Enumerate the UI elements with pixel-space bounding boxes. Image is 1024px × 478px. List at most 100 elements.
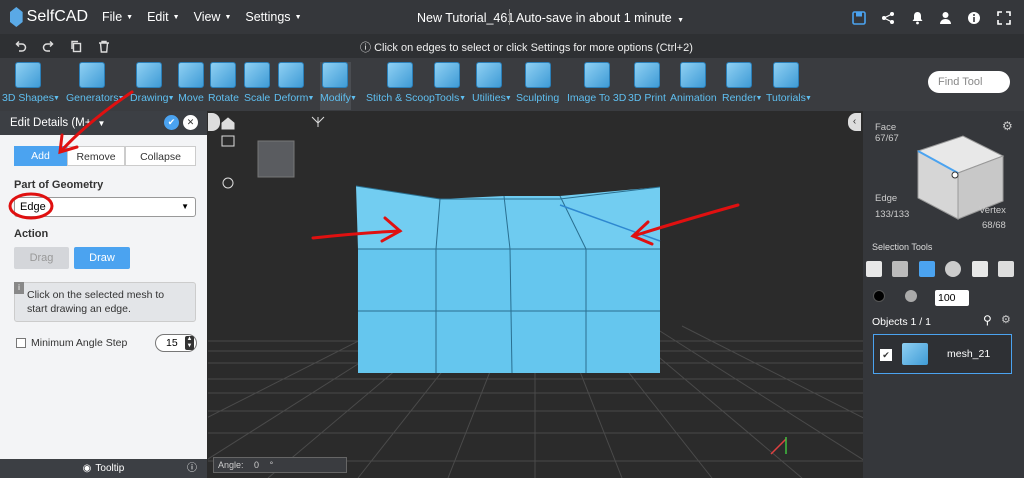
select-grid-icon[interactable]: [892, 261, 908, 277]
user-account-icon[interactable]: [937, 10, 953, 26]
mesh-21[interactable]: [355, 185, 661, 374]
objects-settings-icon[interactable]: ⚙: [1001, 313, 1011, 326]
axis-indicator: [770, 437, 787, 455]
modify-icon: [322, 62, 349, 88]
selection-tools-label: Selection Tools: [872, 242, 933, 252]
angle-readout[interactable]: Angle: 0 °: [213, 457, 347, 473]
tool-scale[interactable]: Scale: [244, 62, 270, 110]
vertex-label: Vertex: [979, 205, 1006, 216]
3d-viewport[interactable]: [208, 111, 863, 478]
tool-animation[interactable]: Animation: [670, 62, 717, 110]
autosave-status[interactable]: Auto-save in about 1 minute ▼: [516, 11, 684, 25]
chevron-down-icon: ▼: [677, 17, 685, 24]
scale-label: Scale: [244, 92, 271, 104]
tool-tools[interactable]: Tools ▼: [434, 62, 466, 110]
3d-print-icon: [633, 62, 660, 88]
settings-menu[interactable]: Settings ▼: [245, 10, 301, 24]
brush-size-value: 100: [938, 292, 956, 304]
sculpting-icon: [524, 62, 551, 88]
deform-icon: [278, 62, 305, 88]
chevron-down-icon: ▼: [755, 95, 763, 102]
fullscreen-icon[interactable]: [996, 10, 1012, 26]
viewport-scene[interactable]: [208, 111, 863, 478]
tutorials-icon: [772, 62, 799, 88]
tool-deform[interactable]: Deform ▼: [274, 62, 314, 110]
sculpting-label: Sculpting: [516, 92, 560, 104]
deform-label: Deform: [274, 92, 309, 104]
tool-modify[interactable]: Modify ▼: [320, 62, 357, 110]
view-cube[interactable]: [257, 140, 295, 178]
render-icon: [726, 62, 753, 88]
chevron-down-icon: ▼: [804, 95, 812, 102]
object-visibility-checkbox[interactable]: ✔: [880, 349, 892, 361]
face-label: Face: [875, 122, 897, 133]
gizmo-icon[interactable]: [311, 116, 325, 127]
search-icon[interactable]: ⚲: [983, 313, 992, 327]
rotate-label: Rotate: [208, 92, 239, 104]
info-icon[interactable]: [966, 10, 982, 26]
chevron-down-icon: ▼: [459, 95, 466, 102]
tool-utilities[interactable]: Utilities ▼: [472, 62, 512, 110]
stitch-scoop-icon: [387, 62, 414, 88]
select-vertex-icon[interactable]: [998, 261, 1014, 277]
utilities-icon: [475, 62, 502, 88]
tool-stitch-scoop[interactable]: Stitch & Scoop: [366, 62, 435, 110]
image-to-3d-icon: [583, 62, 610, 88]
document-title[interactable]: New Tutorial_461: [417, 11, 514, 25]
select-edge-icon[interactable]: [972, 261, 988, 277]
tutorials-label: Tutorials: [766, 92, 806, 104]
chevron-down-icon: ▼: [224, 13, 232, 21]
chevron-down-icon: ▼: [294, 13, 302, 21]
brush-size-stepper[interactable]: 100: [935, 290, 969, 306]
share-icon[interactable]: [880, 10, 896, 26]
chevron-down-icon: ▼: [350, 95, 357, 102]
angle-value: 0: [254, 460, 260, 470]
mesh-thumbnail-icon: [902, 343, 928, 365]
notifications-bell-icon[interactable]: [909, 10, 925, 26]
globe-icon[interactable]: [222, 177, 234, 189]
tools-label: Tools: [434, 92, 460, 104]
objects-count-label: Objects 1 / 1: [872, 316, 931, 328]
home-icon[interactable]: [221, 117, 235, 130]
3d-print-label: 3D Print: [628, 92, 666, 104]
collapse-right-panel-icon[interactable]: ‹: [848, 113, 861, 131]
select-sphere-icon[interactable]: [945, 261, 961, 277]
tool-image-to-3d[interactable]: Image To 3D: [567, 62, 626, 110]
tools-icon: [434, 62, 460, 88]
tool-rotate[interactable]: Rotate: [208, 62, 239, 110]
title-divider: [509, 9, 510, 25]
utilities-label: Utilities: [472, 92, 506, 104]
settings-gear-icon[interactable]: ⚙: [1002, 119, 1013, 133]
stitch-scoop-label: Stitch & Scoop: [366, 92, 435, 104]
left-annotations: [8, 90, 134, 220]
animation-icon: [680, 62, 707, 88]
brush-color-icon[interactable]: [873, 290, 885, 302]
tool-3d-print[interactable]: 3D Print: [628, 62, 666, 110]
image-to-3d-label: Image To 3D: [567, 92, 627, 104]
select-object-icon[interactable]: [866, 261, 882, 277]
render-label: Render: [722, 92, 757, 104]
instruction-hint: ⓘ Click on edges to select or click Sett…: [360, 39, 693, 55]
mesh-top-face-2[interactable]: [436, 196, 510, 249]
autosave-text: Auto-save in about 1 minute: [516, 11, 672, 25]
rotate-icon: [210, 62, 237, 88]
tool-tutorials[interactable]: Tutorials ▼: [766, 62, 812, 110]
find-tool-input[interactable]: Find Tool: [928, 71, 1010, 93]
tool-render[interactable]: Render ▼: [722, 62, 762, 110]
brush-pattern-icon[interactable]: [905, 290, 917, 302]
camera-icon[interactable]: [221, 135, 235, 147]
red-arrow-down: [60, 90, 134, 152]
vertex-count: 68/68: [982, 220, 1006, 231]
angle-label: Angle:: [218, 460, 244, 470]
hint-text: Click on edges to select or click Settin…: [374, 42, 693, 54]
tool-sculpting[interactable]: Sculpting: [516, 62, 559, 110]
mesh-top-face-1[interactable]: [356, 186, 440, 249]
settings-menu-label: Settings: [245, 10, 291, 24]
save-icon[interactable]: [851, 10, 867, 26]
angle-unit: °: [269, 460, 274, 470]
scale-icon: [244, 62, 271, 88]
object-list-item[interactable]: ✔ mesh_21: [873, 334, 1012, 374]
modify-label: Modify: [320, 92, 351, 104]
select-face-icon[interactable]: [919, 261, 935, 277]
object-name: mesh_21: [947, 348, 991, 360]
